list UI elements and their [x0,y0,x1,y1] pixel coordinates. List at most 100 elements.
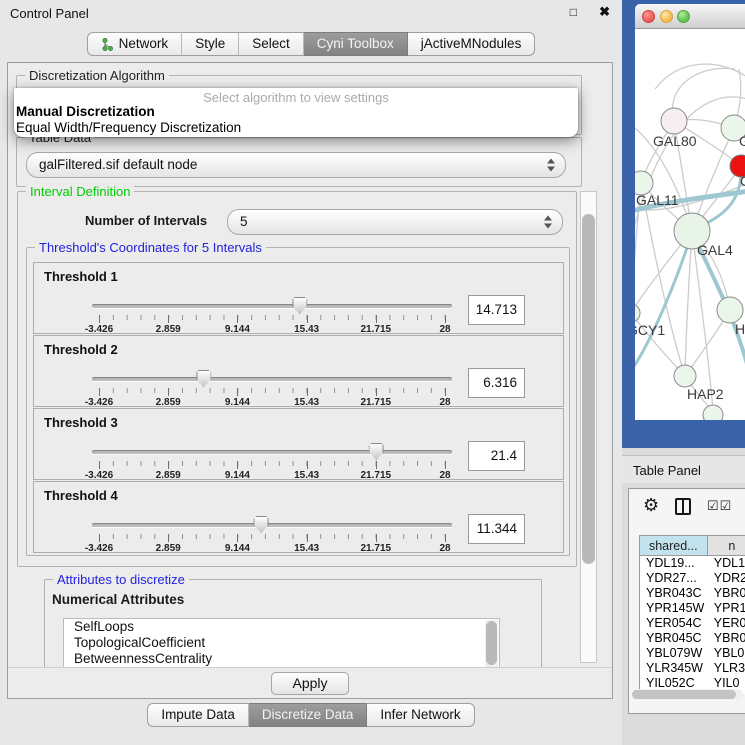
attributes-group: Attributes to discretize Numerical Attri… [44,579,542,671]
network-canvas[interactable]: GAL80 G C GAL11 GAL4 GCY1 H HAP2 [635,29,745,420]
combo-stepper-icon [544,216,552,229]
interval-definition-group: Interval Definition Number of Intervals … [17,191,577,567]
major-tick [168,315,169,323]
table-panel-toolbar: ⚙ ☑☑ [629,491,745,523]
major-tick [237,315,238,323]
attributes-scrollbar-thumb[interactable] [486,621,497,665]
node-gal80[interactable] [661,108,687,134]
scale-label: 9.144 [225,397,250,408]
number-of-intervals-combobox[interactable]: 5 [227,209,563,235]
tab-cyni-toolbox-label: Cyni Toolbox [317,33,394,55]
major-tick [376,315,377,323]
table-row[interactable]: YDR27...YDR2 [640,571,745,586]
table-cell: YDL19... [640,556,708,571]
table-row[interactable]: YBR045CYBR0 [640,631,745,646]
major-tick [307,461,308,469]
node-label: C [740,173,745,189]
scale-label: -3.426 [85,324,113,335]
slider-thumb[interactable] [292,297,307,314]
scale-label: 21.715 [361,543,392,554]
checkbox-icons[interactable]: ☑☑ [707,498,732,514]
slider-thumb[interactable] [254,516,269,533]
table-horizontal-scrollbar[interactable] [631,689,743,700]
list-item[interactable]: BetweennessCentrality [64,651,499,667]
zoom-traffic-light-icon[interactable] [677,10,690,23]
gear-icon[interactable]: ⚙ [643,495,659,516]
tab-network-label: Network [119,33,169,55]
table-row[interactable]: YBR043CYBR0 [640,586,745,601]
threshold-2-slider[interactable]: -3.426 2.859 9.144 15.43 21.715 28 [92,370,452,406]
table-panel-titlebar: Table Panel [622,455,745,483]
dropdown-item-equal-width-frequency[interactable]: Equal Width/Frequency Discretization [16,120,576,136]
table-scrollbar-thumb[interactable] [632,690,736,699]
node-bottom[interactable] [703,405,723,420]
slider-thumb[interactable] [369,443,384,460]
threshold-1-slider[interactable]: -3.426 2.859 9.144 15.43 21.715 28 [92,297,452,333]
tab-discretize-data[interactable]: Discretize Data [249,703,368,727]
node-gcy1[interactable] [635,304,640,322]
tab-cyni-toolbox[interactable]: Cyni Toolbox [304,32,408,56]
tab-style[interactable]: Style [182,32,239,56]
threshold-1-value-field[interactable]: 14.713 [468,295,525,325]
table-data-combobox[interactable]: galFiltered.sif default node [26,152,566,178]
table-panel-title: Table Panel [633,463,701,478]
threshold-3-value-field[interactable]: 21.4 [468,441,525,471]
major-tick [99,388,100,396]
network-window-titlebar[interactable] [635,4,745,29]
float-window-icon[interactable]: □ [570,5,577,19]
slider-ticks [99,315,445,323]
node-label: GAL11 [636,192,679,208]
threshold-4-value-field[interactable]: 11.344 [468,514,525,544]
columns-icon[interactable] [675,498,691,515]
attributes-group-title: Attributes to discretize [53,572,189,587]
node-h[interactable] [717,297,743,323]
numerical-attributes-heading: Numerical Attributes [52,592,184,607]
tab-impute-data[interactable]: Impute Data [147,703,249,727]
slider-groove[interactable] [92,377,452,381]
slider-groove[interactable] [92,450,452,454]
attributes-list-scrollbar[interactable] [485,620,498,670]
scale-label: 9.144 [225,543,250,554]
network-view-window: GAL80 G C GAL11 GAL4 GCY1 H HAP2 [622,0,745,448]
minimize-traffic-light-icon[interactable] [660,10,673,23]
column-header-name[interactable]: n [708,535,745,556]
threshold-2-value-field[interactable]: 6.316 [468,368,525,398]
tab-infer-network[interactable]: Infer Network [367,703,474,727]
major-tick [168,461,169,469]
network-tab-icon [101,38,114,51]
number-of-intervals-value: 5 [240,214,248,229]
tab-select[interactable]: Select [239,32,304,56]
column-header-shared[interactable]: shared... [639,535,708,556]
content-vertical-scrollbar[interactable] [580,191,597,663]
tab-jactivemnodules[interactable]: jActiveMNodules [408,32,536,56]
minor-ticks [99,315,445,320]
table-row[interactable]: YER054CYER0 [640,616,745,631]
content-scrollbar-thumb[interactable] [582,214,595,564]
node-hap2[interactable] [674,365,696,387]
table-row[interactable]: YPR145WYPR1 [640,601,745,616]
threshold-3-slider[interactable]: -3.426 2.859 9.144 15.43 21.715 28 [92,443,452,479]
table-row[interactable]: YLR345WYLR3 [640,661,745,676]
threshold-4-slider[interactable]: -3.426 2.859 9.144 15.43 21.715 28 [92,516,452,552]
slider-groove[interactable] [92,523,452,527]
slider-thumb[interactable] [196,370,211,387]
table-row[interactable]: YDL19...YDL1 [640,556,745,571]
threshold-1-label: Threshold 1 [44,269,118,284]
threshold-3-panel: Threshold 3 [33,408,564,480]
slider-groove[interactable] [92,304,452,308]
apply-button[interactable]: Apply [271,672,349,695]
tab-network[interactable]: Network [87,32,183,56]
list-item[interactable]: SelfLoops [64,619,499,635]
close-icon[interactable]: ✖ [599,4,610,20]
table-panel: ⚙ ☑☑ shared... n YDL19...YDL1 YDR27...YD… [628,488,745,714]
right-panel: GAL80 G C GAL11 GAL4 GCY1 H HAP2 Table P… [622,0,745,745]
dropdown-item-manual-discretization[interactable]: Manual Discretization [16,104,576,120]
list-item[interactable]: TopologicalCoefficient [64,635,499,651]
scale-label: 2.859 [156,324,181,335]
close-traffic-light-icon[interactable] [642,10,655,23]
table-row[interactable]: YBL079WYBL0 [640,646,745,661]
table-data-group: Table Data galFiltered.sif default node [16,137,582,187]
table-cell: YDR27... [640,571,708,586]
apply-row: Apply [8,667,612,698]
number-of-intervals-label: Number of Intervals [85,213,207,228]
